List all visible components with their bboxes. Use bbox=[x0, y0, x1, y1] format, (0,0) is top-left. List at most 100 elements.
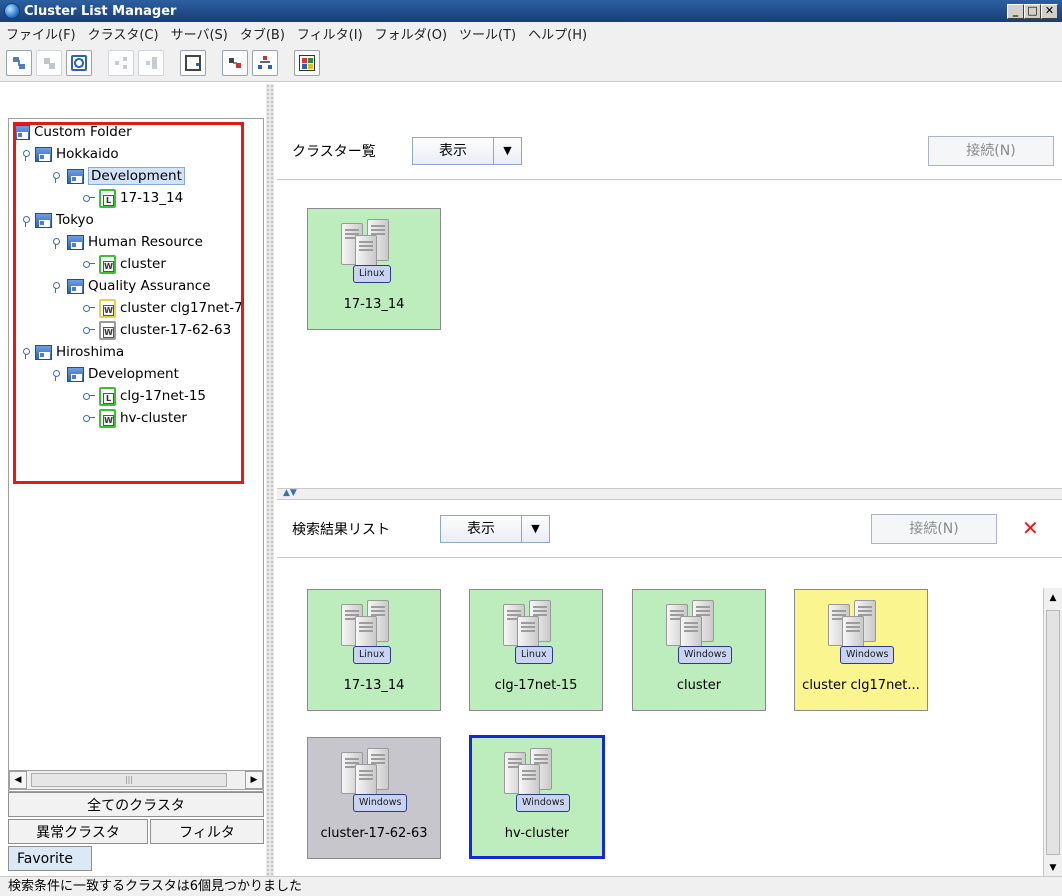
tree-node-hiroshima[interactable]: Hiroshima bbox=[9, 341, 263, 363]
folder-icon bbox=[67, 234, 84, 250]
server-cluster-icon: Windows bbox=[656, 598, 742, 676]
view-dropdown: 表示 ▼ bbox=[440, 514, 550, 543]
network-button[interactable] bbox=[252, 49, 278, 76]
scroll-down-icon[interactable]: ▼ bbox=[1045, 860, 1061, 876]
tab-favorite[interactable]: Favorite bbox=[8, 846, 92, 871]
tree-expand-icon[interactable] bbox=[21, 148, 31, 161]
cluster-card[interactable]: Windows cluster clg17net... bbox=[794, 589, 928, 711]
tree-expand-icon[interactable] bbox=[51, 170, 61, 183]
tab-filter[interactable]: フィルタ bbox=[150, 819, 264, 844]
tree-expand-icon[interactable] bbox=[21, 346, 31, 359]
connect-button[interactable]: 接続(N) bbox=[928, 136, 1054, 166]
connect-button[interactable]: 接続(N) bbox=[871, 514, 997, 544]
menu-folder[interactable]: フォルダ(O) bbox=[375, 24, 447, 43]
server-cluster-icon: Windows bbox=[818, 598, 904, 676]
tree-label: clg-17net-15 bbox=[120, 388, 206, 404]
unlink-button[interactable] bbox=[138, 49, 164, 76]
tree-label: Quality Assurance bbox=[88, 278, 211, 294]
cluster-list-header: クラスター覧 表示 ▼ 接続(N) bbox=[277, 122, 1062, 180]
tree-expand-icon[interactable] bbox=[51, 368, 61, 381]
os-letter: W bbox=[103, 326, 114, 338]
horizontal-splitter[interactable]: ▲▼ bbox=[277, 488, 1062, 500]
tree-node-cluster-clg17net-7[interactable]: W cluster clg17net-7 bbox=[9, 297, 263, 319]
unlink-icon bbox=[143, 54, 159, 71]
scroll-thumb[interactable]: ||| bbox=[31, 773, 227, 787]
tree-horizontal-scrollbar[interactable]: ◀ ||| ▶ bbox=[8, 770, 264, 790]
scroll-right-icon[interactable]: ▶ bbox=[245, 771, 263, 789]
tree-node-cluster-17-62-63[interactable]: W cluster-17-62-63 bbox=[9, 319, 263, 341]
os-letter: W bbox=[103, 260, 114, 272]
add-cluster-button[interactable] bbox=[6, 49, 32, 76]
split-arrows-icon[interactable]: ▲▼ bbox=[283, 488, 297, 498]
tree-node-custom-folder[interactable]: Custom Folder bbox=[9, 121, 263, 143]
chevron-down-icon[interactable]: ▼ bbox=[521, 515, 549, 542]
scroll-thumb[interactable] bbox=[1046, 610, 1060, 855]
chevron-down-icon[interactable]: ▼ bbox=[493, 137, 521, 164]
close-button[interactable]: ✕ bbox=[1041, 3, 1058, 19]
os-badge: Linux bbox=[353, 265, 391, 283]
search-button[interactable] bbox=[66, 49, 92, 76]
scroll-left-icon[interactable]: ◀ bbox=[9, 771, 27, 789]
tab-abnormal-clusters[interactable]: 異常クラスタ bbox=[8, 819, 148, 844]
tree-node-hokkaido-development[interactable]: Development bbox=[9, 165, 263, 187]
menu-file[interactable]: ファイル(F) bbox=[6, 24, 76, 43]
folder-tree-pane: Custom Folder Hokkaido Development L 17-… bbox=[8, 118, 264, 792]
tree-expand-icon[interactable] bbox=[51, 236, 61, 249]
menu-help[interactable]: ヘルプ(H) bbox=[528, 24, 587, 43]
export-button[interactable] bbox=[180, 49, 206, 76]
view-button[interactable]: 表示 bbox=[441, 516, 521, 542]
cluster-card[interactable]: Windows cluster bbox=[632, 589, 766, 711]
app-globe-icon bbox=[4, 3, 20, 19]
tab-all-clusters[interactable]: 全てのクラスタ bbox=[8, 792, 264, 817]
pane-splitter[interactable] bbox=[266, 84, 274, 876]
tree-node-human-resource[interactable]: Human Resource bbox=[9, 231, 263, 253]
tree-node-hokkaido[interactable]: Hokkaido bbox=[9, 143, 263, 165]
tree-node-17-13-14[interactable]: L 17-13_14 bbox=[9, 187, 263, 209]
os-letter: W bbox=[103, 414, 114, 426]
results-vertical-scrollbar[interactable]: ▲ ▼ bbox=[1043, 588, 1062, 878]
tree-node-cluster[interactable]: W cluster bbox=[9, 253, 263, 275]
link-icon bbox=[113, 54, 129, 71]
tree-node-hiroshima-development[interactable]: Development bbox=[9, 363, 263, 385]
menu-tab[interactable]: タブ(B) bbox=[240, 24, 285, 43]
server-cluster-icon: Windows bbox=[494, 746, 580, 824]
cluster-card[interactable]: Windows cluster-17-62-63 bbox=[307, 737, 441, 859]
minimize-button[interactable]: _ bbox=[1007, 3, 1024, 19]
tree-label: Custom Folder bbox=[34, 124, 132, 140]
menu-server[interactable]: サーバ(S) bbox=[171, 24, 228, 43]
cluster-list-area: Linux 17-13_14 bbox=[277, 181, 1062, 488]
left-tabs: 全てのクラスタ 異常クラスタ フィルタ Favorite bbox=[8, 792, 264, 872]
tree-node-quality-assurance[interactable]: Quality Assurance bbox=[9, 275, 263, 297]
os-letter: L bbox=[103, 194, 114, 206]
menu-filter[interactable]: フィルタ(I) bbox=[297, 24, 363, 43]
color-palette-button[interactable] bbox=[294, 49, 320, 76]
tree-leaf-icon bbox=[81, 193, 95, 203]
tree-node-clg-17net-15[interactable]: L clg-17net-15 bbox=[9, 385, 263, 407]
maximize-button[interactable]: □ bbox=[1024, 3, 1041, 19]
cluster-card[interactable]: Linux clg-17net-15 bbox=[469, 589, 603, 711]
server-cluster-icon: Windows bbox=[331, 746, 417, 824]
menu-tools[interactable]: ツール(T) bbox=[459, 24, 516, 43]
tree-node-hv-cluster[interactable]: W hv-cluster bbox=[9, 407, 263, 429]
tree-expand-icon[interactable] bbox=[21, 214, 31, 227]
view-button[interactable]: 表示 bbox=[413, 138, 493, 164]
tree-label: hv-cluster bbox=[120, 410, 187, 426]
windows-cluster-icon: W bbox=[99, 254, 116, 274]
close-results-icon[interactable]: ✕ bbox=[1022, 516, 1039, 540]
cluster-card[interactable]: Linux 17-13_14 bbox=[307, 208, 441, 330]
menu-cluster[interactable]: クラスタ(C) bbox=[88, 24, 159, 43]
scroll-up-icon[interactable]: ▲ bbox=[1045, 590, 1061, 606]
search-results-title: 検索結果リスト bbox=[292, 521, 390, 538]
search-results-header: 検索結果リスト 表示 ▼ 接続(N) ✕ bbox=[277, 500, 1062, 558]
tree-node-tokyo[interactable]: Tokyo bbox=[9, 209, 263, 231]
cluster-card-selected[interactable]: Windows hv-cluster bbox=[469, 735, 605, 859]
tree-label: Development bbox=[88, 366, 179, 382]
tree-expand-icon[interactable] bbox=[51, 280, 61, 293]
tree-label: Tokyo bbox=[56, 212, 94, 228]
server-button[interactable] bbox=[222, 49, 248, 76]
remove-cluster-button[interactable] bbox=[36, 49, 62, 76]
cluster-card-label: 17-13_14 bbox=[343, 678, 405, 693]
link-button[interactable] bbox=[108, 49, 134, 76]
cluster-card[interactable]: Linux 17-13_14 bbox=[307, 589, 441, 711]
cluster-card-label: clg-17net-15 bbox=[494, 678, 578, 693]
